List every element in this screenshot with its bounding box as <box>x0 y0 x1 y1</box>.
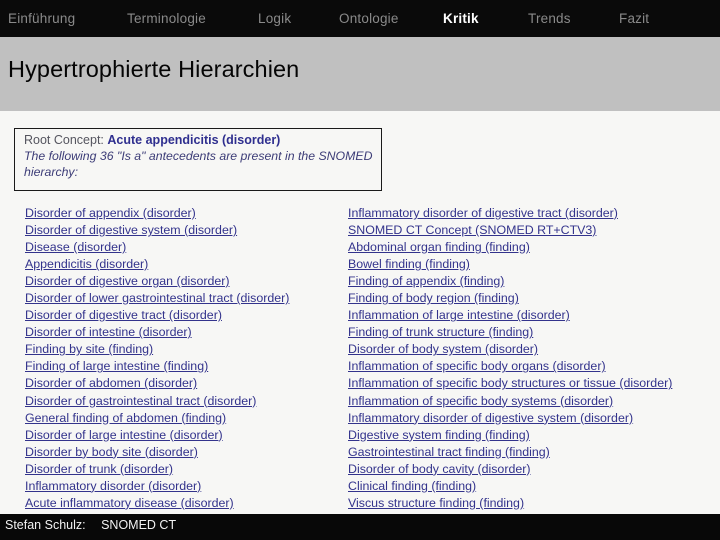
antecedent-link[interactable]: Finding of large intestine (finding) <box>25 358 345 375</box>
antecedent-link[interactable]: Disorder of lower gastrointestinal tract… <box>25 290 345 307</box>
root-concept-value: Acute appendicitis (disorder) <box>107 133 281 147</box>
top-navigation-bar: Einführung Terminologie Logik Ontologie Krit… <box>0 0 720 37</box>
footer-author: Stefan Schulz: <box>5 518 86 532</box>
root-concept-box: Root Concept: Acute appendicitis (disord… <box>14 128 382 191</box>
antecedent-link[interactable]: Gastrointestinal tract finding (finding) <box>348 444 720 461</box>
antecedent-link[interactable]: Disease (disorder) <box>25 239 345 256</box>
nav-item-kritik[interactable]: Kritik <box>443 11 479 26</box>
antecedent-link[interactable]: Disorder of abdomen (disorder) <box>25 375 345 392</box>
title-band: Hypertrophierte Hierarchien <box>0 37 720 111</box>
antecedent-link[interactable]: Disorder of intestine (disorder) <box>25 324 345 341</box>
page-title: Hypertrophierte Hierarchien <box>8 56 300 82</box>
nav-item-logik[interactable]: Logik <box>258 11 291 26</box>
antecedent-link[interactable]: Disorder of body system (disorder) <box>348 341 720 358</box>
antecedent-link[interactable]: Appendicitis (disorder) <box>25 256 345 273</box>
antecedent-link[interactable]: Disorder by body site (disorder) <box>25 444 345 461</box>
antecedent-link[interactable]: Disorder of digestive tract (disorder) <box>25 307 345 324</box>
antecedent-link[interactable]: Disorder of digestive organ (disorder) <box>25 273 345 290</box>
antecedent-link[interactable]: Finding of body region (finding) <box>348 290 720 307</box>
antecedent-link[interactable]: Disorder of large intestine (disorder) <box>25 427 345 444</box>
antecedent-column-right: Inflammatory disorder of digestive tract… <box>348 205 720 512</box>
footer-bar: Stefan Schulz: SNOMED CT <box>0 514 720 540</box>
antecedent-link[interactable]: Digestive system finding (finding) <box>348 427 720 444</box>
antecedent-link[interactable]: Inflammation of large intestine (disorde… <box>348 307 720 324</box>
antecedent-list: Disorder of appendix (disorder) Disorder … <box>0 205 720 513</box>
nav-item-einf-hrung[interactable]: Einführung <box>8 11 75 26</box>
antecedent-link[interactable]: SNOMED CT Concept (SNOMED RT+CTV3) <box>348 222 720 239</box>
antecedent-link[interactable]: Inflammation of specific body structures… <box>348 375 720 392</box>
antecedent-link[interactable]: Disorder of body cavity (disorder) <box>348 461 720 478</box>
footer-subject: SNOMED CT <box>101 518 177 532</box>
antecedent-link[interactable]: Finding of trunk structure (finding) <box>348 324 720 341</box>
antecedent-link[interactable]: Inflammatory disorder of digestive syste… <box>348 410 720 427</box>
footer-text: Stefan Schulz: SNOMED CT <box>5 518 176 532</box>
antecedent-link[interactable]: Abdominal organ finding (finding) <box>348 239 720 256</box>
nav-item-fazit[interactable]: Fazit <box>619 11 649 26</box>
antecedent-link[interactable]: Inflammatory disorder (disorder) <box>25 478 345 495</box>
antecedent-link[interactable]: Disorder of gastrointestinal tract (diso… <box>25 393 345 410</box>
antecedent-link[interactable]: Disorder of trunk (disorder) <box>25 461 345 478</box>
antecedent-link[interactable]: Disorder of digestive system (disorder) <box>25 222 345 239</box>
root-concept-label: Root Concept: <box>24 133 104 147</box>
nav-item-terminologie[interactable]: Terminologie <box>127 11 206 26</box>
root-concept-line: Root Concept: Acute appendicitis (disord… <box>24 132 381 148</box>
antecedent-link[interactable]: Disorder of appendix (disorder) <box>25 205 345 222</box>
nav-item-trends[interactable]: Trends <box>528 11 571 26</box>
antecedent-link[interactable]: Inflammation of specific body organs (di… <box>348 358 720 375</box>
antecedent-link[interactable]: Acute inflammatory disease (disorder) <box>25 495 345 512</box>
antecedent-link[interactable]: Clinical finding (finding) <box>348 478 720 495</box>
antecedent-link[interactable]: Inflammatory disorder of digestive tract… <box>348 205 720 222</box>
antecedent-link[interactable]: Inflammation of specific body systems (d… <box>348 393 720 410</box>
antecedent-column-left: Disorder of appendix (disorder) Disorder … <box>25 205 345 512</box>
nav-item-ontologie[interactable]: Ontologie <box>339 11 399 26</box>
root-concept-note: The following 36 "Is a" antecedents are … <box>24 149 373 179</box>
antecedent-link[interactable]: Viscus structure finding (finding) <box>348 495 720 512</box>
antecedent-link[interactable]: Bowel finding (finding) <box>348 256 720 273</box>
antecedent-link[interactable]: General finding of abdomen (finding) <box>25 410 345 427</box>
antecedent-link[interactable]: Finding of appendix (finding) <box>348 273 720 290</box>
antecedent-link[interactable]: Finding by site (finding) <box>25 341 345 358</box>
